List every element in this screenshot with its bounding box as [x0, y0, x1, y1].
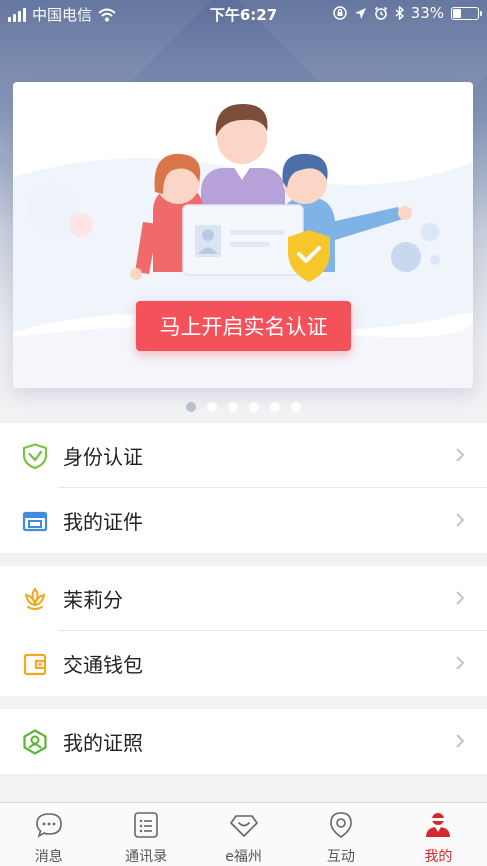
menu-item-label: 身份认证: [63, 445, 143, 469]
location-arrow-icon: [354, 7, 366, 19]
chevron-right-icon: [456, 448, 465, 462]
tab-contacts[interactable]: 通讯录: [97, 803, 194, 866]
rotation-lock-icon: [332, 6, 347, 20]
menu-item-label: 茉莉分: [63, 588, 123, 612]
tab-interaction[interactable]: 互动: [292, 803, 389, 866]
tab-e-fuzhou[interactable]: e福州: [195, 803, 292, 866]
carousel-indicator[interactable]: [0, 402, 487, 412]
battery-percent: 33%: [410, 4, 444, 22]
tab-label: 我的: [424, 849, 453, 865]
tab-label: e福州: [225, 849, 262, 865]
chevron-right-icon: [456, 591, 465, 605]
menu-item-label: 我的证照: [63, 731, 143, 755]
bottom-tab-bar: 消息 通讯录 e福州 互动 我的: [0, 802, 487, 866]
carousel-dot[interactable]: [291, 402, 301, 412]
menu-group-identity: 身份认证 我的证件: [0, 423, 487, 553]
chevron-right-icon: [456, 513, 465, 527]
menu-item-transit-wallet[interactable]: 交通钱包: [0, 631, 487, 696]
tab-label: 互动: [326, 849, 355, 865]
user-profile-icon: [426, 813, 451, 837]
tab-mine[interactable]: 我的: [390, 803, 487, 866]
menu-item-jasmine-score[interactable]: 茉莉分: [0, 566, 487, 631]
carousel-dot[interactable]: [207, 402, 217, 412]
bluetooth-icon: [395, 6, 404, 20]
alarm-icon: [374, 6, 387, 20]
license-badge-icon: [23, 729, 47, 755]
carousel-dot[interactable]: [186, 402, 196, 412]
carousel-dot[interactable]: [249, 402, 259, 412]
jasmine-flower-icon: [24, 587, 46, 610]
menu-item-my-documents[interactable]: 我的证件: [0, 488, 487, 553]
carousel-dot[interactable]: [270, 402, 280, 412]
diamond-smile-icon: [229, 815, 258, 837]
chat-bubble-icon: [35, 813, 62, 838]
battery-icon: [451, 6, 482, 20]
chevron-right-icon: [456, 734, 465, 748]
menu-group-services: 茉莉分 交通钱包: [0, 566, 487, 696]
menu-item-label: 交通钱包: [63, 653, 143, 677]
menu-item-label: 我的证件: [63, 510, 143, 534]
contacts-list-icon: [134, 812, 158, 838]
wallet-icon: [23, 653, 47, 676]
tab-messages[interactable]: 消息: [0, 803, 97, 866]
carousel-dot[interactable]: [228, 402, 238, 412]
location-pin-icon: [330, 812, 352, 838]
real-name-banner[interactable]: 马上开启实名认证: [13, 82, 473, 388]
status-bar: 中国电信 下午6:27 33%: [0, 0, 487, 28]
menu-item-identity-verification[interactable]: 身份认证: [0, 423, 487, 488]
shield-check-icon: [22, 443, 48, 469]
chevron-right-icon: [456, 656, 465, 670]
start-real-name-button[interactable]: 马上开启实名认证: [136, 301, 351, 351]
tab-label: 消息: [34, 849, 63, 865]
menu-item-my-licenses[interactable]: 我的证照: [0, 709, 487, 774]
id-card-icon: [22, 511, 48, 532]
tab-label: 通讯录: [125, 849, 168, 865]
menu-group-licenses: 我的证照: [0, 709, 487, 774]
